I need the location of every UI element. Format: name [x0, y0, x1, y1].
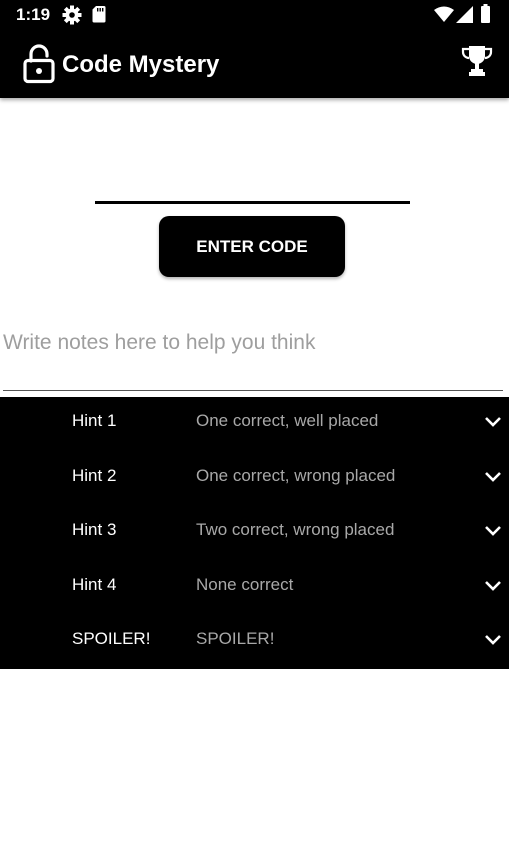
hint-row-spoiler[interactable]: SPOILER! SPOILER! — [0, 615, 509, 669]
hint-value: One correct, well placed — [196, 411, 379, 430]
hint-label: Hint 4 — [72, 575, 117, 594]
hint-row-3[interactable]: Hint 3 Two correct, wrong placed — [0, 506, 509, 560]
hint-value: Two correct, wrong placed — [196, 520, 395, 539]
chevron-down-icon[interactable] — [484, 579, 502, 598]
status-time: 1:19 — [16, 5, 51, 24]
hint-label: Hint 2 — [72, 466, 117, 485]
chevron-down-icon[interactable] — [484, 524, 502, 543]
hint-row-1[interactable]: Hint 1 One correct, well placed — [0, 397, 509, 451]
settings-icon — [62, 5, 82, 30]
code-input[interactable] — [95, 160, 414, 202]
hint-value: One correct, wrong placed — [196, 466, 396, 485]
wifi-icon — [434, 6, 454, 28]
code-input-underline — [95, 201, 410, 204]
notes-input[interactable] — [3, 318, 503, 368]
status-bar: 1:19 — [0, 0, 509, 30]
notes-input-underline — [3, 390, 503, 391]
sd-card-icon — [92, 5, 106, 28]
hint-row-2[interactable]: Hint 2 One correct, wrong placed — [0, 452, 509, 506]
chevron-down-icon[interactable] — [484, 470, 502, 489]
signal-icon — [456, 6, 473, 28]
chevron-down-icon[interactable] — [484, 633, 502, 652]
hint-value: SPOILER! — [196, 629, 275, 648]
chevron-down-icon[interactable] — [484, 415, 502, 434]
hints-panel: Hint 1 One correct, well placed Hint 2 O… — [0, 397, 509, 669]
lock-open-icon — [22, 44, 56, 89]
battery-icon — [480, 4, 491, 29]
hint-row-4[interactable]: Hint 4 None correct — [0, 561, 509, 615]
hint-label: SPOILER! — [72, 629, 151, 648]
hint-label: Hint 1 — [72, 411, 117, 430]
trophy-icon[interactable] — [460, 44, 494, 83]
hint-value: None correct — [196, 575, 294, 594]
app-title: Code Mystery — [62, 51, 220, 78]
hint-label: Hint 3 — [72, 520, 117, 539]
enter-code-button[interactable]: ENTER CODE — [159, 216, 345, 277]
app-bar: Code Mystery — [0, 30, 509, 98]
